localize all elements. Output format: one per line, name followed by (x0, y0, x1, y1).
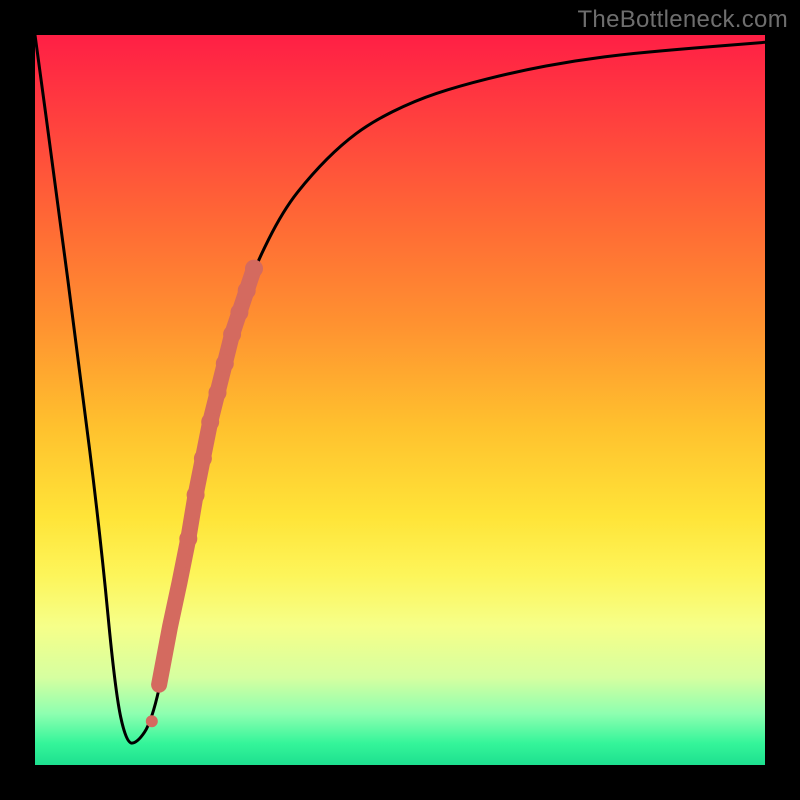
highlight-bead (194, 449, 212, 467)
highlight-bead (238, 282, 256, 300)
highlight-bead (230, 303, 248, 321)
highlight-segment (153, 260, 263, 691)
highlight-bead (201, 413, 219, 431)
plot-area (35, 35, 765, 765)
highlight-dot (146, 715, 158, 727)
chart-frame: TheBottleneck.com (0, 0, 800, 800)
highlight-bead (174, 577, 186, 589)
highlight-bead (209, 384, 227, 402)
highlight-bead (245, 260, 263, 278)
highlight-bead (187, 486, 205, 504)
highlight-bead (153, 679, 165, 691)
highlight-bead (164, 620, 176, 632)
highlight-bead (223, 325, 241, 343)
highlight-bead (179, 530, 197, 548)
bottleneck-curve (35, 35, 765, 743)
highlight-dot (178, 554, 192, 568)
curve-layer (35, 35, 765, 765)
highlight-bead (216, 355, 234, 373)
highlight-dot (184, 517, 198, 531)
attribution-label: TheBottleneck.com (577, 6, 788, 34)
